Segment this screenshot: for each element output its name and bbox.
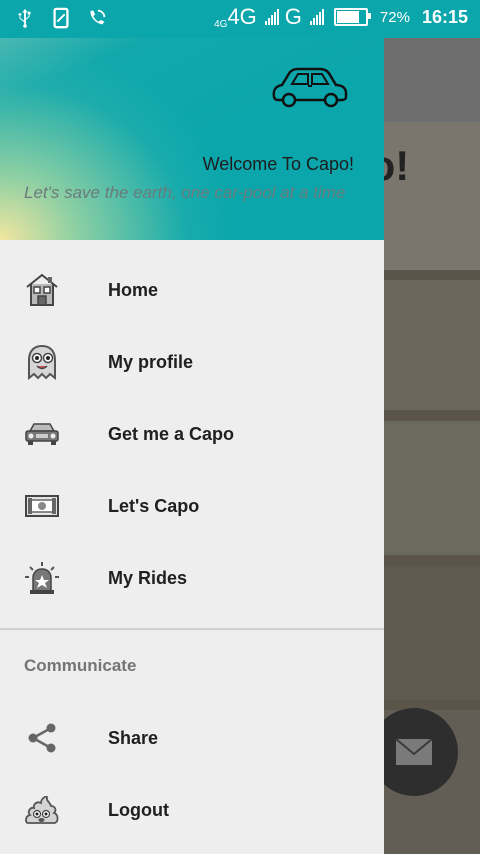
menu-item-my-rides[interactable]: My Rides [0, 542, 384, 614]
phone-call-icon [90, 9, 106, 25]
money-icon [24, 488, 60, 524]
clock: 16:15 [421, 6, 468, 27]
drawer-menu: Home My profile Get me a Capo Let's Capo… [0, 254, 384, 614]
battery-icon [333, 8, 371, 26]
battery-percent: 72% [379, 8, 410, 26]
status-bar: 4G 4G G 72% 16:15 [0, 0, 480, 38]
ghost-icon [24, 344, 60, 380]
envelope-icon [395, 738, 433, 765]
car-logo-icon [272, 67, 348, 108]
sim-icon [53, 7, 69, 29]
background-photo [384, 566, 480, 700]
share-icon [24, 720, 60, 756]
menu-item-get-me-a-capo[interactable]: Get me a Capo [0, 398, 384, 470]
navigation-drawer: Welcome To Capo! Let's save the earth, o… [0, 38, 384, 854]
menu-item-label: Let's Capo [108, 495, 200, 516]
background-toolbar [384, 38, 480, 122]
menu-item-label: My profile [108, 351, 194, 372]
menu-item-label: Logout [108, 799, 169, 820]
menu-item-share[interactable]: Share [0, 702, 384, 774]
tagline-text: Let's save the earth, one car-pool at a … [24, 183, 346, 202]
poop-icon [24, 792, 60, 828]
menu-item-home[interactable]: Home [0, 254, 384, 326]
menu-item-label: Get me a Capo [108, 423, 235, 444]
welcome-text: Welcome To Capo! [202, 154, 354, 174]
background-photo [384, 280, 480, 410]
network-4g-indicator: 4G 4G [214, 4, 257, 30]
menu-item-label: Home [108, 279, 159, 300]
signal-bars-icon [264, 9, 279, 25]
network-g-indicator: G [284, 4, 302, 29]
siren-icon [24, 560, 60, 596]
house-icon [24, 272, 60, 308]
menu-item-logout[interactable]: Logout [0, 774, 384, 846]
menu-item-lets-capo[interactable]: Let's Capo [0, 470, 384, 542]
usb-icon [18, 8, 31, 28]
background-title: po! [384, 142, 410, 189]
section-title-communicate: Communicate [24, 656, 137, 675]
menu-item-label: My Rides [108, 567, 188, 588]
communicate-menu: Share Logout [0, 702, 384, 846]
drawer-header: Welcome To Capo! Let's save the earth, o… [0, 38, 384, 240]
background-photo [384, 421, 480, 555]
signal-bars-icon-2 [309, 9, 324, 25]
menu-item-label: Share [108, 727, 159, 748]
menu-item-my-profile[interactable]: My profile [0, 326, 384, 398]
car-icon [24, 416, 60, 452]
